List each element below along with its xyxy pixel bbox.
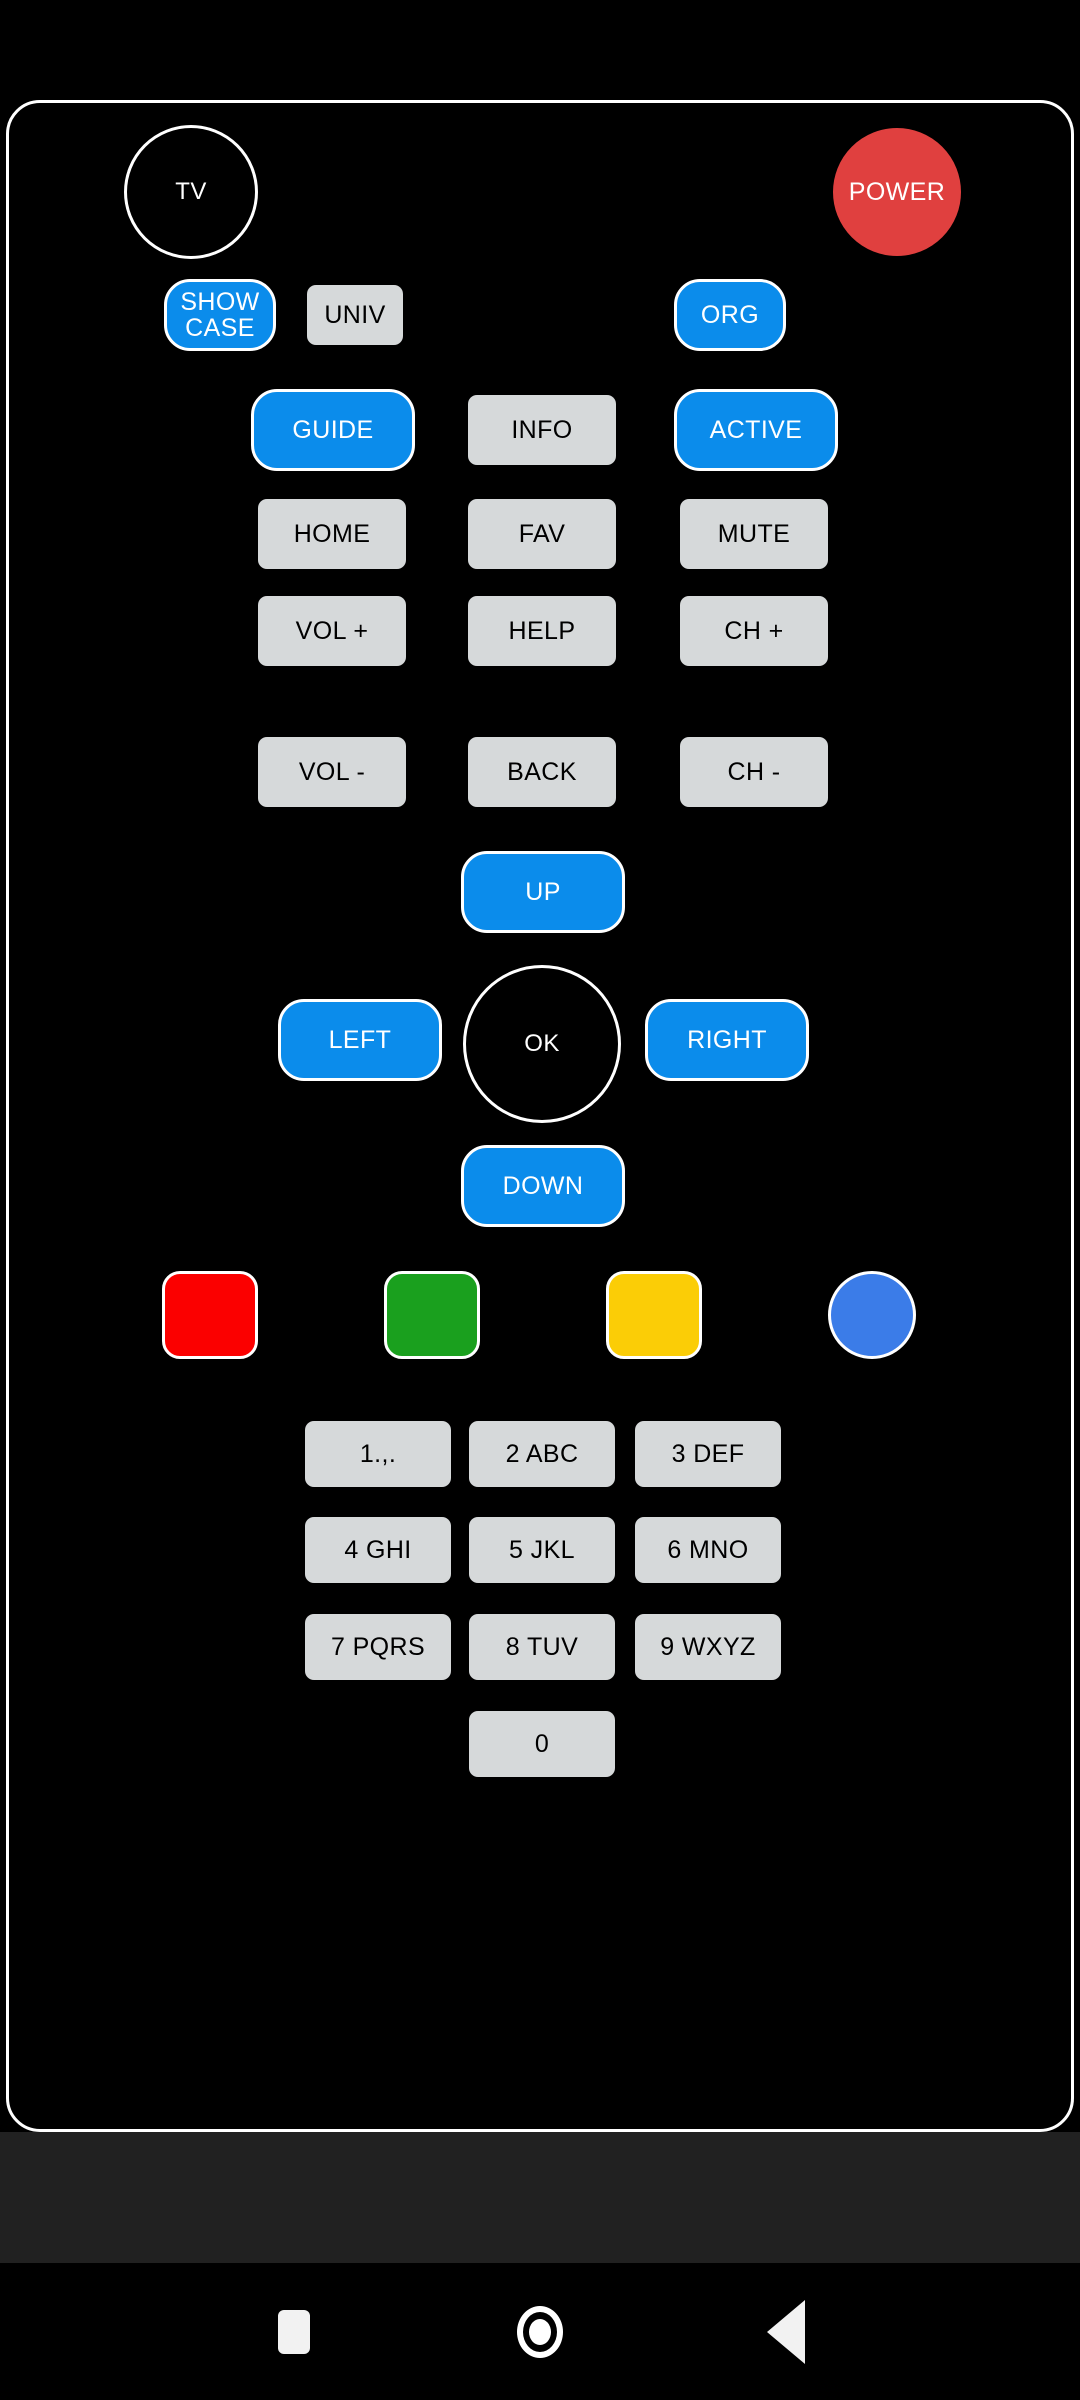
fav-button[interactable]: FAV [468,499,616,569]
keypad-5-label: 5 JKL [509,1535,575,1564]
color-blue-button[interactable] [828,1271,916,1359]
org-button-label: ORG [700,300,760,329]
color-yellow-button[interactable] [606,1271,702,1359]
color-red-button[interactable] [162,1271,258,1359]
android-navigation-bar [0,2263,1080,2400]
keypad-3-button[interactable]: 3 DEF [635,1421,781,1487]
keypad-2-button[interactable]: 2 ABC [469,1421,615,1487]
channel-up-button[interactable]: CH + [680,596,828,666]
active-button[interactable]: ACTIVE [674,389,838,471]
univ-button-label: UNIV [324,300,386,329]
home-button[interactable]: HOME [258,499,406,569]
keypad-7-label: 7 PQRS [330,1632,426,1661]
channel-down-button[interactable]: CH - [680,737,828,807]
dpad-right-button[interactable]: RIGHT [645,999,809,1081]
keypad-5-button[interactable]: 5 JKL [469,1517,615,1583]
guide-button-label: GUIDE [292,415,374,444]
mute-button-label: MUTE [717,519,791,548]
back-button-nav[interactable] [696,2263,876,2400]
dpad-ok-label: OK [524,1030,560,1058]
power-button[interactable]: POWER [830,125,964,259]
keypad-9-button[interactable]: 9 WXYZ [635,1614,781,1680]
help-button[interactable]: HELP [468,596,616,666]
triangle-back-icon [767,2299,805,2364]
keypad-2-label: 2 ABC [505,1439,579,1468]
showcase-button-label: SHOW CASE [180,287,260,342]
volume-up-button-label: VOL + [295,616,369,645]
univ-button[interactable]: UNIV [307,285,403,345]
keypad-4-label: 4 GHI [344,1535,412,1564]
power-button-label: POWER [848,177,946,206]
volume-down-button-label: VOL - [298,757,366,786]
keypad-3-label: 3 DEF [671,1439,745,1468]
channel-down-button-label: CH - [727,757,781,786]
dpad-down-label: DOWN [502,1171,584,1200]
dpad-up-button[interactable]: UP [461,851,625,933]
keypad-9-label: 9 WXYZ [660,1632,756,1661]
volume-down-button[interactable]: VOL - [258,737,406,807]
tv-button-label: TV [175,178,207,206]
dpad-left-label: LEFT [328,1025,392,1054]
keypad-8-label: 8 TUV [505,1632,579,1661]
info-button[interactable]: INFO [468,395,616,465]
keypad-0-label: 0 [534,1729,550,1758]
recents-button[interactable] [204,2263,384,2400]
dpad-ok-button[interactable]: OK [463,965,621,1123]
keypad-4-button[interactable]: 4 GHI [305,1517,451,1583]
dpad-down-button[interactable]: DOWN [461,1145,625,1227]
back-button-label: BACK [507,757,577,786]
dpad-left-button[interactable]: LEFT [278,999,442,1081]
info-button-label: INFO [511,415,573,444]
keypad-6-label: 6 MNO [667,1535,749,1564]
keypad-1-label: 1.,. [359,1439,397,1468]
fav-button-label: FAV [518,519,566,548]
help-button-label: HELP [508,616,576,645]
keypad-1-button[interactable]: 1.,. [305,1421,451,1487]
phone-screen: TV POWER SHOW CASE UNIV ORG GUIDE INFO A… [0,0,1080,2400]
home-button-nav[interactable] [450,2263,630,2400]
keypad-8-button[interactable]: 8 TUV [469,1614,615,1680]
guide-button[interactable]: GUIDE [251,389,415,471]
circle-home-icon [517,2305,563,2358]
org-button[interactable]: ORG [674,279,786,351]
tv-button[interactable]: TV [124,125,258,259]
keypad-7-button[interactable]: 7 PQRS [305,1614,451,1680]
dpad-right-label: RIGHT [687,1025,767,1054]
active-button-label: ACTIVE [709,415,803,444]
square-icon [278,2309,310,2354]
remote-control-card: TV POWER SHOW CASE UNIV ORG GUIDE INFO A… [6,100,1074,2132]
color-green-button[interactable] [384,1271,480,1359]
back-button[interactable]: BACK [468,737,616,807]
channel-up-button-label: CH + [724,616,784,645]
home-button-label: HOME [293,519,371,548]
mute-button[interactable]: MUTE [680,499,828,569]
volume-up-button[interactable]: VOL + [258,596,406,666]
dpad-up-label: UP [525,877,561,906]
keypad-0-button[interactable]: 0 [469,1711,615,1777]
circle-home-dot [529,2318,551,2345]
system-spacer [0,2132,1080,2263]
showcase-button[interactable]: SHOW CASE [164,279,276,351]
keypad-6-button[interactable]: 6 MNO [635,1517,781,1583]
